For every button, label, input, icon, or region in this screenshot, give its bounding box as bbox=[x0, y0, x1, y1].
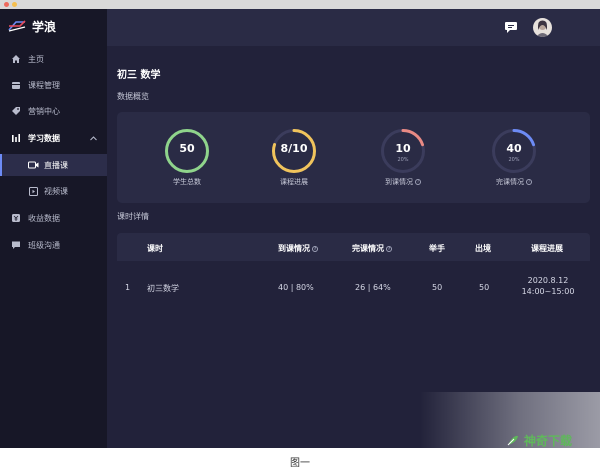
stat-value: 10 bbox=[395, 142, 411, 155]
sidebar-subitem-label: 视频课 bbox=[44, 186, 68, 196]
column-header-on-camera: 出境 bbox=[475, 244, 491, 253]
lesson-detail-heading: 课时详情 bbox=[117, 212, 149, 221]
revenue-icon bbox=[10, 212, 22, 224]
figure-caption: 图一 bbox=[290, 458, 310, 469]
sidebar-item-label: 课程管理 bbox=[28, 80, 60, 90]
stat-course-progress: 8/10 课程进展 bbox=[264, 128, 324, 198]
sidebar-item-label: 营销中心 bbox=[28, 106, 60, 116]
app-window: 学浪 主页 课程管理 营销中心 学习数据 直播课 视频课 收益数据 班级沟通 初… bbox=[0, 0, 600, 448]
video-camera-icon bbox=[27, 159, 39, 171]
watermark-text: 神奇下载 bbox=[524, 434, 573, 448]
stat-percent: 20% bbox=[508, 157, 520, 163]
calendar-icon bbox=[10, 79, 22, 91]
hands-value: 50 bbox=[432, 283, 443, 292]
top-bar bbox=[107, 9, 600, 46]
sidebar-item-revenue[interactable]: 收益数据 bbox=[0, 207, 107, 229]
lesson-schedule: 2020.8.12 14:00~15:00 bbox=[521, 275, 575, 297]
stat-label: 完课情况? bbox=[496, 178, 532, 186]
stat-label: 到课情况? bbox=[385, 178, 421, 186]
stat-value: 40 bbox=[506, 142, 522, 155]
sidebar-subitem-label: 直播课 bbox=[44, 160, 68, 170]
stat-percent: 20% bbox=[397, 157, 409, 163]
stat-value: 50 bbox=[179, 142, 195, 155]
play-video-icon bbox=[27, 185, 39, 197]
info-icon[interactable]: ? bbox=[526, 179, 532, 185]
stat-completion: 40 20% 完课情况? bbox=[484, 128, 544, 198]
lesson-date: 2020.8.12 bbox=[527, 276, 569, 285]
stat-label: 课程进展 bbox=[280, 178, 308, 186]
chevron-up-icon[interactable] bbox=[90, 134, 97, 143]
sidebar-item-label: 收益数据 bbox=[28, 213, 60, 223]
sidebar-item-marketing[interactable]: 营销中心 bbox=[0, 100, 107, 122]
message-icon[interactable] bbox=[504, 21, 518, 34]
brand-name: 学浪 bbox=[32, 19, 57, 34]
sidebar-item-class-chat[interactable]: 班级沟通 bbox=[0, 234, 107, 256]
row-index: 1 bbox=[125, 283, 131, 292]
column-header-completion: 完课情况? bbox=[352, 244, 392, 253]
sidebar-item-label: 学习数据 bbox=[28, 133, 60, 143]
watermark-logo-icon bbox=[507, 435, 518, 445]
sidebar-item-label: 班级沟通 bbox=[28, 240, 60, 250]
on-camera-value: 50 bbox=[479, 283, 490, 292]
avatar[interactable] bbox=[533, 18, 552, 37]
page-title: 初三 数学 bbox=[117, 70, 161, 81]
stat-value: 8/10 bbox=[280, 142, 308, 155]
logo-icon bbox=[8, 20, 26, 32]
watermark: 神奇下载 bbox=[506, 432, 572, 448]
close-window-button[interactable] bbox=[4, 2, 9, 7]
column-header-attendance: 到课情况? bbox=[278, 244, 318, 253]
bar-chart-icon bbox=[10, 132, 22, 144]
sidebar-item-label: 主页 bbox=[28, 54, 44, 64]
sidebar-subitem-video-course[interactable]: 视频课 bbox=[0, 180, 107, 202]
table-row[interactable]: 1 初三数学 40 | 80% 26 | 64% 50 50 2020.8.12… bbox=[117, 271, 590, 305]
chat-icon bbox=[10, 239, 22, 251]
brand: 学浪 bbox=[8, 18, 56, 34]
tag-icon bbox=[10, 105, 22, 117]
column-header-lesson: 课时 bbox=[147, 244, 163, 253]
sidebar-item-home[interactable]: 主页 bbox=[0, 48, 107, 70]
completion-value: 26 | 64% bbox=[355, 283, 391, 292]
minimize-window-button[interactable] bbox=[12, 2, 17, 7]
home-icon bbox=[10, 53, 22, 65]
lesson-time: 14:00~15:00 bbox=[521, 287, 575, 296]
sidebar-subitem-live-course[interactable]: 直播课 bbox=[0, 154, 107, 176]
title-bar bbox=[0, 0, 600, 9]
column-header-hands: 举手 bbox=[429, 244, 445, 253]
info-icon[interactable]: ? bbox=[415, 179, 421, 185]
sidebar: 学浪 主页 课程管理 营销中心 学习数据 直播课 视频课 收益数据 班级沟通 bbox=[0, 9, 107, 448]
info-icon[interactable]: ? bbox=[386, 245, 392, 252]
attendance-value: 40 | 80% bbox=[278, 283, 314, 292]
column-header-progress: 课程进展 bbox=[531, 244, 563, 253]
overview-card: 50 学生总数 8/10 课程进展 10 20% 到课情况? 40 20% 完课… bbox=[117, 112, 590, 203]
overview-heading: 数据概览 bbox=[117, 92, 149, 101]
lesson-name: 初三数学 bbox=[147, 284, 179, 293]
stat-total-students: 50 学生总数 bbox=[157, 128, 217, 198]
sidebar-item-courses[interactable]: 课程管理 bbox=[0, 74, 107, 96]
stat-label: 学生总数 bbox=[173, 178, 201, 186]
stat-attendance: 10 20% 到课情况? bbox=[373, 128, 433, 198]
table-header: 课时 到课情况? 完课情况? 举手 出境 课程进展 bbox=[117, 233, 590, 261]
sidebar-item-learning-data[interactable]: 学习数据 bbox=[0, 127, 107, 149]
info-icon[interactable]: ? bbox=[312, 245, 318, 252]
